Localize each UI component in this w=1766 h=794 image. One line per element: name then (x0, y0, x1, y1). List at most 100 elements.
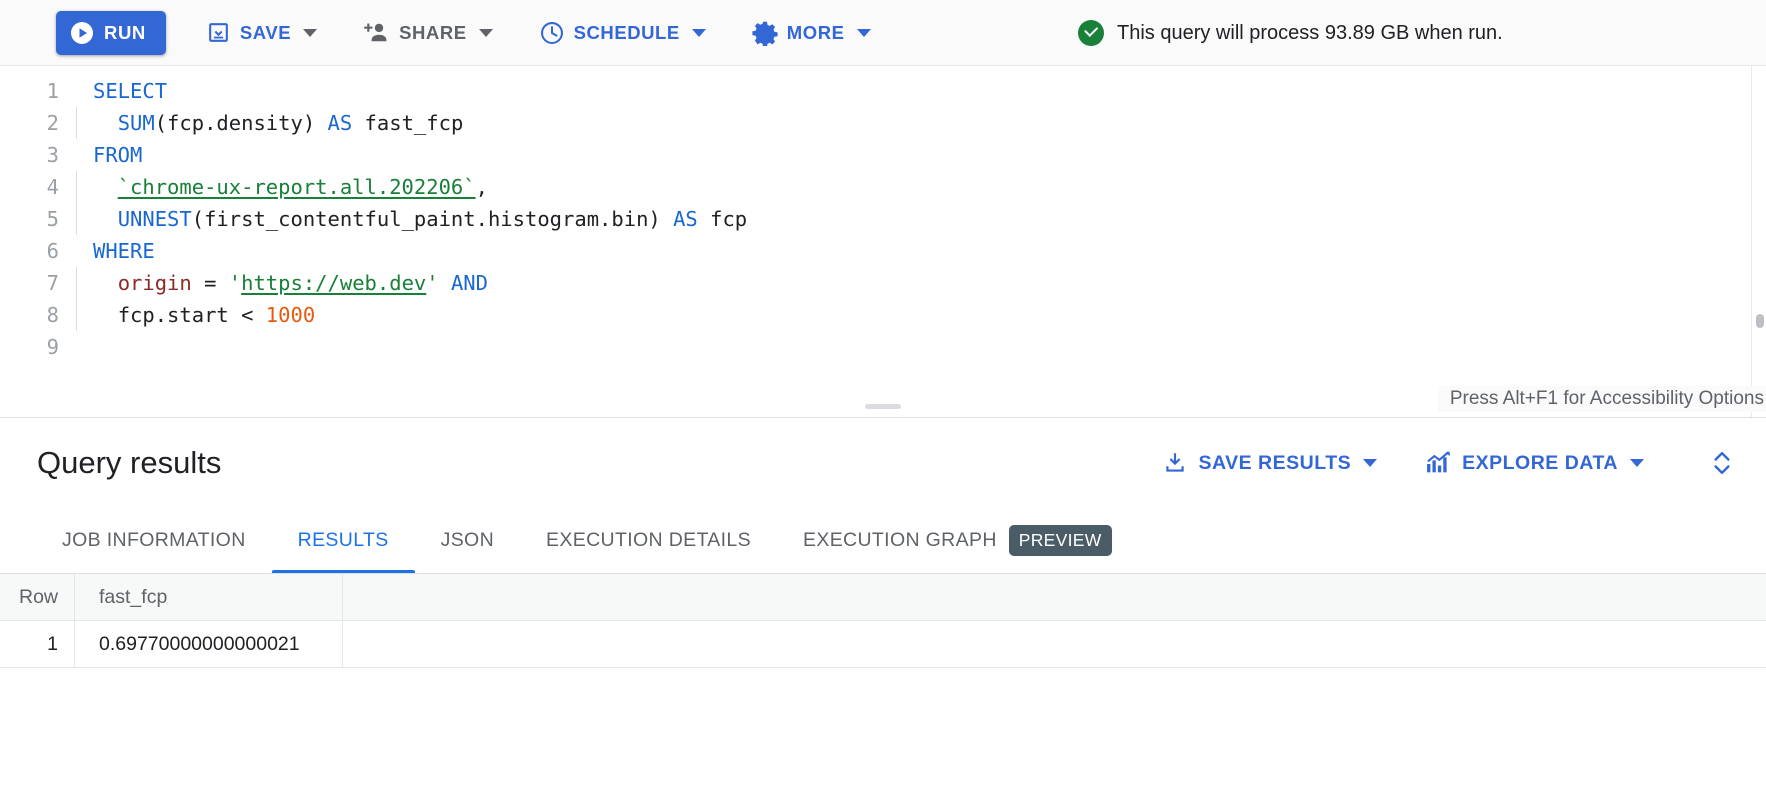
cell-fast-fcp: 0.69770000000000021 (75, 620, 343, 668)
sql-token: fcp (697, 207, 748, 231)
sql-token: SELECT (93, 79, 168, 103)
explore-data-button[interactable]: EXPLORE DATA (1419, 440, 1650, 486)
line-number: 2 (46, 111, 59, 135)
more-chevron-down-icon[interactable] (856, 28, 871, 37)
sql-token: AND (450, 271, 488, 295)
save-results-chevron-down-icon[interactable] (1363, 459, 1378, 467)
cell-row-number: 1 (0, 620, 75, 668)
person-add-icon (363, 20, 390, 45)
check-circle-icon (1078, 20, 1104, 46)
save-chevron-down-icon[interactable] (303, 28, 318, 37)
editor-resize-handle[interactable] (865, 404, 901, 409)
query-cost-status: This query will process 93.89 GB when ru… (1078, 0, 1503, 66)
sql-token: ' (228, 271, 242, 295)
line-number: 5 (46, 207, 59, 231)
gear-icon (752, 20, 778, 46)
sql-line: FROM (76, 139, 1766, 171)
results-header: Query results SAVE RESULTS EXPLORE DATA (0, 418, 1766, 508)
download-icon (1162, 450, 1188, 476)
sql-token: AS (327, 111, 353, 135)
sql-token: FROM (93, 143, 143, 167)
line-number: 1 (46, 79, 59, 103)
save-results-label: SAVE RESULTS (1198, 451, 1352, 474)
tab-execution-details[interactable]: EXECUTION DETAILS (520, 508, 777, 573)
sql-token: 1000 (265, 303, 316, 327)
tab-label: JOB INFORMATION (62, 529, 246, 551)
more-button[interactable]: MORE (746, 11, 877, 55)
clock-icon (539, 20, 565, 46)
share-button-label: SHARE (399, 21, 467, 43)
line-number: 4 (46, 175, 59, 199)
results-title: Query results (37, 445, 222, 480)
share-chevron-down-icon[interactable] (478, 28, 493, 37)
sql-token: WHERE (93, 239, 155, 263)
share-button[interactable]: SHARE (357, 11, 499, 55)
sql-token: origin (117, 271, 192, 295)
editor-vertical-scrollbar[interactable] (1752, 66, 1766, 417)
schedule-chevron-down-icon[interactable] (691, 28, 706, 37)
sql-token: https://web.dev (241, 271, 427, 295)
schedule-button-label: SCHEDULE (573, 21, 680, 43)
save-button[interactable]: SAVE (200, 11, 323, 55)
sql-token: UNNEST (117, 207, 192, 231)
sql-line: SUM(fcp.density) AS fast_fcp (76, 107, 1766, 139)
explore-data-chevron-down-icon[interactable] (1630, 459, 1644, 467)
run-button[interactable]: RUN (56, 10, 166, 55)
preview-badge: PREVIEW (1008, 525, 1112, 556)
save-icon (206, 20, 231, 45)
more-button-label: MORE (786, 21, 845, 43)
sql-token: `chrome-ux-report.all.202206` (117, 175, 476, 199)
line-number-gutter: 1 2 3 4 5 6 7 8 9 (0, 75, 76, 363)
sql-token: SUM (117, 111, 155, 135)
tab-json[interactable]: JSON (415, 508, 520, 573)
sql-line: UNNEST(first_contentful_paint.histogram.… (76, 203, 1766, 235)
sql-token: fcp.start (117, 303, 242, 327)
sql-editor[interactable]: 1 2 3 4 5 6 7 8 9 SELECT SUM(fcp.density… (0, 66, 1766, 418)
save-results-button[interactable]: SAVE RESULTS (1156, 440, 1383, 486)
tab-execution-graph[interactable]: EXECUTION GRAPH PREVIEW (777, 508, 1138, 573)
sql-line (76, 331, 1766, 363)
line-number: 9 (46, 335, 59, 359)
explore-data-label: EXPLORE DATA (1462, 451, 1618, 474)
sql-line: `chrome-ux-report.all.202206`, (76, 171, 1766, 203)
column-header-fast-fcp: fast_fcp (75, 574, 343, 621)
expand-results-button[interactable] (1698, 448, 1746, 478)
save-button-label: SAVE (239, 21, 292, 43)
results-tabs: JOB INFORMATION RESULTS JSON EXECUTION DETA… (0, 508, 1766, 574)
sql-token: AS (673, 207, 698, 231)
chart-icon (1425, 450, 1452, 476)
tab-label: JSON (440, 529, 495, 551)
tab-results[interactable]: RESULTS (271, 508, 415, 573)
unfold-more-icon (1708, 448, 1736, 478)
sql-line: fcp.start < 1000 (76, 299, 1766, 331)
play-icon (70, 21, 94, 45)
line-number: 7 (46, 271, 59, 295)
tab-label: RESULTS (297, 529, 389, 551)
sql-token: (fcp.density) (154, 111, 328, 135)
sql-token: , (475, 175, 488, 199)
sql-line: WHERE (76, 235, 1766, 267)
sql-editor-content[interactable]: 1 2 3 4 5 6 7 8 9 SELECT SUM(fcp.density… (0, 66, 1766, 363)
line-number: 3 (46, 143, 59, 167)
line-number: 6 (46, 239, 59, 263)
accessibility-hint: Press Alt+F1 for Accessibility Options (1437, 386, 1766, 412)
query-cost-text: This query will process 93.89 GB when ru… (1117, 21, 1503, 44)
results-actions: SAVE RESULTS EXPLORE DATA (1120, 440, 1746, 486)
sql-token: fast_fcp (352, 111, 464, 135)
tab-label: EXECUTION DETAILS (546, 529, 751, 551)
table-row[interactable]: 1 0.69770000000000021 (0, 620, 1766, 668)
sql-token: < (241, 303, 266, 327)
column-header-filler (343, 574, 1766, 621)
tab-job-information[interactable]: JOB INFORMATION (36, 508, 272, 573)
table-header-row: Row fast_fcp (0, 574, 1766, 621)
cell-filler (343, 621, 1766, 668)
run-button-label: RUN (104, 21, 146, 43)
schedule-button[interactable]: SCHEDULE (533, 11, 712, 55)
sql-code-area[interactable]: SELECT SUM(fcp.density) AS fast_fcp FROM … (76, 75, 1766, 363)
column-header-row: Row (0, 574, 75, 621)
